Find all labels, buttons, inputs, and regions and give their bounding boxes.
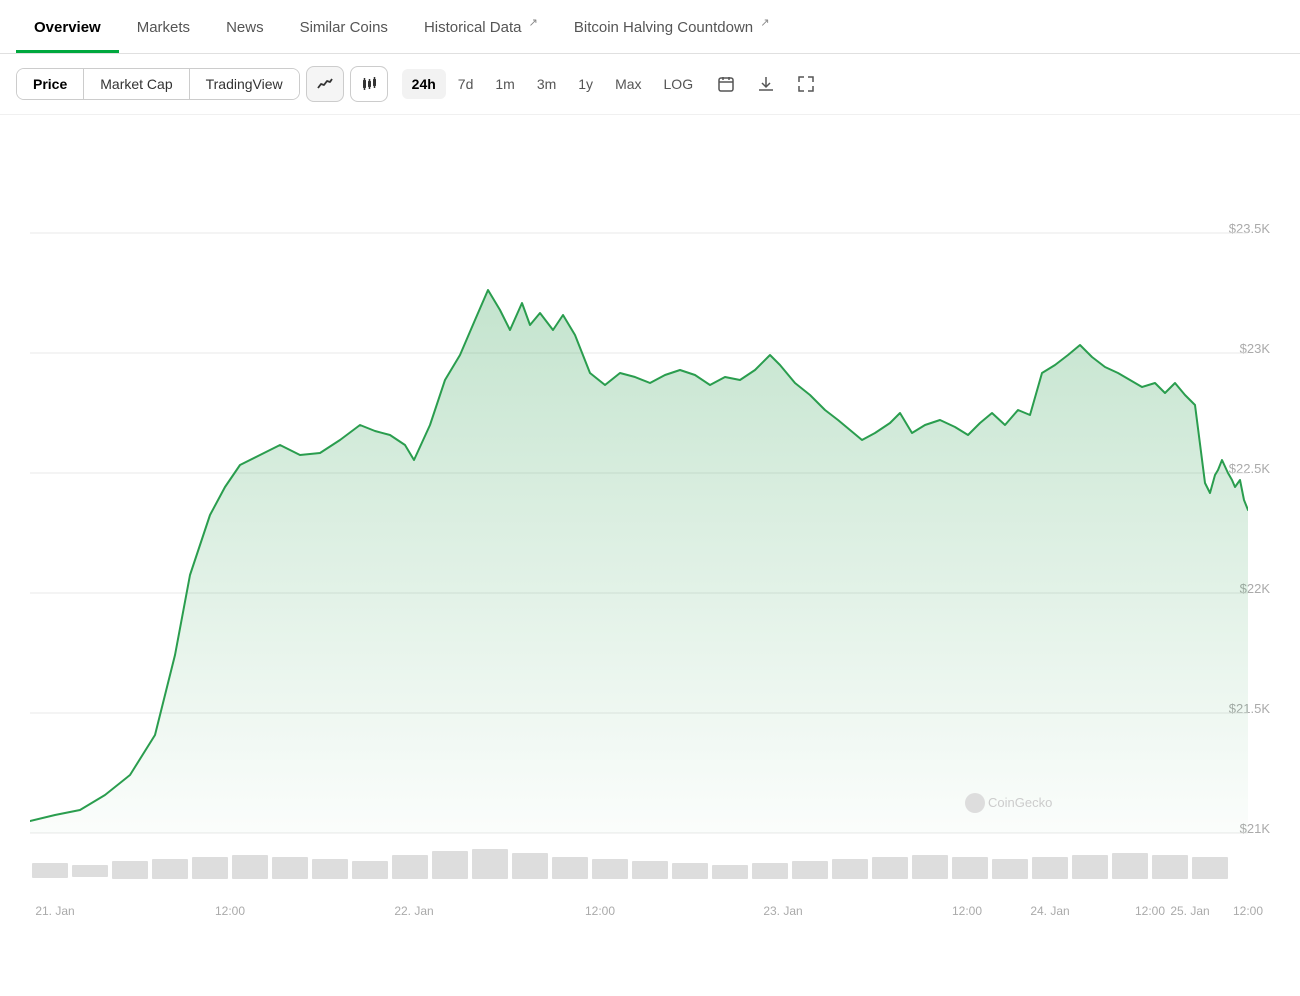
tab-navigation: Overview Markets News Similar Coins Hist… [0, 0, 1300, 54]
time-7d[interactable]: 7d [448, 69, 484, 99]
svg-text:$22.5K: $22.5K [1229, 461, 1271, 476]
download-icon [758, 76, 774, 92]
view-toggle: Price Market Cap TradingView [16, 68, 300, 100]
tab-news[interactable]: News [208, 3, 282, 53]
external-link-icon: ↗ [529, 17, 538, 29]
time-max[interactable]: Max [605, 69, 651, 99]
svg-text:$23.5K: $23.5K [1229, 221, 1271, 236]
price-button[interactable]: Price [17, 69, 83, 99]
svg-text:25. Jan: 25. Jan [1170, 904, 1209, 918]
candle-chart-icon [361, 76, 377, 92]
expand-button[interactable] [789, 67, 823, 101]
svg-text:21. Jan: 21. Jan [35, 904, 74, 918]
svg-text:12:00: 12:00 [1135, 904, 1165, 918]
chart-area: $23.5K $23K $22.5K $22K $21.5K $21K [0, 115, 1300, 940]
chart-toolbar: Price Market Cap TradingView 24h 7d 1m 3… [0, 54, 1300, 115]
chart-svg: $23.5K $23K $22.5K $22K $21.5K $21K [0, 115, 1300, 935]
svg-text:23. Jan: 23. Jan [763, 904, 802, 918]
tradingview-button[interactable]: TradingView [189, 69, 299, 99]
market-cap-button[interactable]: Market Cap [83, 69, 188, 99]
price-chart[interactable]: $23.5K $23K $22.5K $22K $21.5K $21K [0, 115, 1300, 940]
download-button[interactable] [749, 67, 783, 101]
tab-overview[interactable]: Overview [16, 3, 119, 53]
external-link-icon-2: ↗ [760, 17, 769, 29]
volume-bars [32, 849, 1228, 879]
tab-bitcoin-halving[interactable]: Bitcoin Halving Countdown ↗ [556, 0, 788, 53]
svg-text:24. Jan: 24. Jan [1030, 904, 1069, 918]
candle-chart-button[interactable] [350, 66, 388, 102]
time-3m[interactable]: 3m [527, 69, 566, 99]
svg-text:CoinGecko: CoinGecko [988, 795, 1052, 810]
svg-text:12:00: 12:00 [1233, 904, 1263, 918]
expand-icon [798, 76, 814, 92]
line-chart-icon [317, 76, 333, 92]
line-chart-button[interactable] [306, 66, 344, 102]
tab-markets[interactable]: Markets [119, 3, 208, 53]
svg-text:12:00: 12:00 [585, 904, 615, 918]
calendar-button[interactable] [709, 67, 743, 101]
time-1y[interactable]: 1y [568, 69, 603, 99]
svg-text:22. Jan: 22. Jan [394, 904, 433, 918]
time-24h[interactable]: 24h [402, 69, 446, 99]
time-range-group: 24h 7d 1m 3m 1y Max LOG [402, 69, 703, 99]
tab-historical-data[interactable]: Historical Data ↗ [406, 0, 556, 53]
svg-text:12:00: 12:00 [952, 904, 982, 918]
calendar-icon [718, 76, 734, 92]
svg-text:$23K: $23K [1240, 341, 1271, 356]
svg-text:12:00: 12:00 [215, 904, 245, 918]
tab-similar-coins[interactable]: Similar Coins [282, 3, 406, 53]
time-1m[interactable]: 1m [485, 69, 524, 99]
log-button[interactable]: LOG [654, 69, 704, 99]
